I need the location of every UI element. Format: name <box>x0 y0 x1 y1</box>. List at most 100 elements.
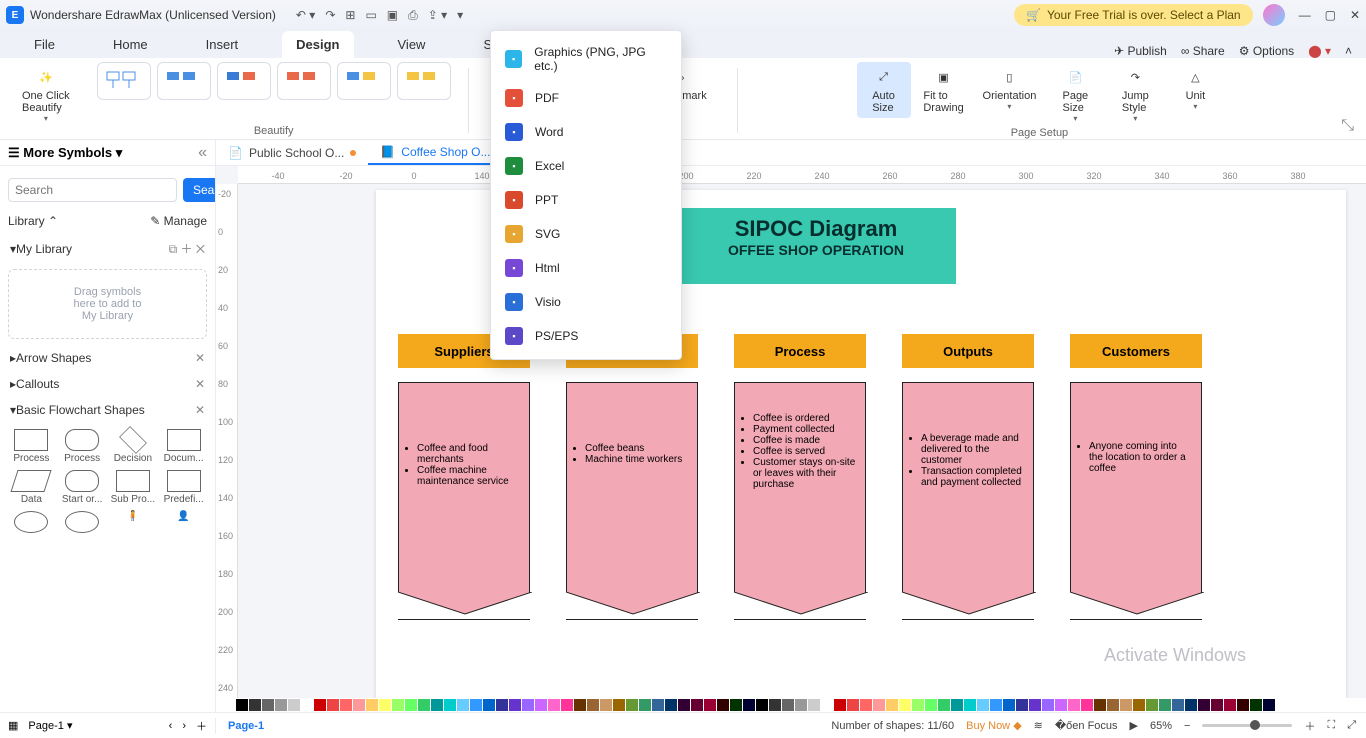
theme-preset-3[interactable] <box>217 62 271 100</box>
fit-drawing-button[interactable]: ▣Fit to Drawing <box>917 62 971 118</box>
sipoc-title-box[interactable]: SIPOC Diagram OFFEE SHOP OPERATION <box>676 208 956 284</box>
swatch[interactable] <box>938 699 950 711</box>
swatch[interactable] <box>899 699 911 711</box>
drop-zone[interactable]: Drag symbols here to add to My Library <box>8 269 207 339</box>
swatch[interactable] <box>1042 699 1054 711</box>
swatch[interactable] <box>457 699 469 711</box>
swatch[interactable] <box>756 699 768 711</box>
swatch[interactable] <box>1003 699 1015 711</box>
swatch[interactable] <box>652 699 664 711</box>
mylib-actions[interactable]: ⧉ ＋ ✕ <box>169 240 205 257</box>
canvas[interactable]: -40-200140160180200220240260280300320340… <box>216 166 1366 712</box>
undo-icon[interactable]: ↶ ▾ <box>296 8 315 23</box>
close-callouts-icon[interactable]: ✕ <box>195 377 205 391</box>
theme-preset-1[interactable] <box>97 62 151 100</box>
swatch[interactable] <box>1172 699 1184 711</box>
sipoc-body-0[interactable]: Coffee and food merchantsCoffee machine … <box>398 382 530 620</box>
swatch[interactable] <box>548 699 560 711</box>
shape-person-2[interactable]: 👤 <box>160 511 207 535</box>
swatch[interactable] <box>574 699 586 711</box>
swatch[interactable] <box>1016 699 1028 711</box>
swatch[interactable] <box>678 699 690 711</box>
swatch[interactable] <box>353 699 365 711</box>
layers-icon[interactable]: ≋ <box>1034 719 1043 732</box>
swatch[interactable] <box>691 699 703 711</box>
swatch[interactable] <box>639 699 651 711</box>
zoom-in-icon[interactable]: ＋ <box>1304 718 1315 734</box>
swatch[interactable] <box>340 699 352 711</box>
swatch[interactable] <box>392 699 404 711</box>
swatch[interactable] <box>236 699 248 711</box>
swatch[interactable] <box>444 699 456 711</box>
swatch[interactable] <box>431 699 443 711</box>
swatch[interactable] <box>1185 699 1197 711</box>
swatch[interactable] <box>704 699 716 711</box>
buy-now-button[interactable]: Buy Now ◆ <box>966 719 1022 732</box>
export-icon[interactable]: ⇪ ▾ <box>428 8 447 23</box>
swatch[interactable] <box>665 699 677 711</box>
shape-ellipse-1[interactable] <box>8 511 55 535</box>
sipoc-body-4[interactable]: Anyone coming into the location to order… <box>1070 382 1202 620</box>
export-item-5[interactable]: ▪SVG <box>491 217 681 251</box>
fullscreen-icon[interactable]: ⤢ <box>1347 719 1356 732</box>
swatch[interactable] <box>275 699 287 711</box>
menu-design[interactable]: Design <box>282 31 353 58</box>
swatch[interactable] <box>561 699 573 711</box>
page-size-button[interactable]: 📄Page Size▾ <box>1048 62 1102 127</box>
shape-data[interactable]: Data <box>8 470 55 505</box>
minimize-icon[interactable]: — <box>1299 8 1311 22</box>
swatch[interactable] <box>366 699 378 711</box>
library-toggle[interactable]: Library ⌃ <box>8 214 58 228</box>
swatch[interactable] <box>1146 699 1158 711</box>
swatch[interactable] <box>821 699 833 711</box>
redo-icon[interactable]: ↷ <box>325 8 335 23</box>
jump-style-button[interactable]: ↷Jump Style▾ <box>1108 62 1162 127</box>
sipoc-header-3[interactable]: Outputs <box>902 334 1034 368</box>
search-button[interactable]: Search <box>183 178 216 202</box>
swatch[interactable] <box>847 699 859 711</box>
publish-button[interactable]: ✈ Publish <box>1114 44 1167 58</box>
page-tab[interactable]: Page-1 <box>228 720 264 732</box>
shape-document[interactable]: Docum... <box>160 429 207 464</box>
theme-preset-2[interactable] <box>157 62 211 100</box>
sipoc-body-2[interactable]: Coffee is orderedPayment collectedCoffee… <box>734 382 866 620</box>
theme-preset-6[interactable] <box>397 62 451 100</box>
unit-button[interactable]: △Unit▾ <box>1168 62 1222 115</box>
swatch[interactable] <box>1120 699 1132 711</box>
shape-process-2[interactable]: Process <box>59 429 106 464</box>
export-item-1[interactable]: ▪PDF <box>491 81 681 115</box>
close-basic-icon[interactable]: ✕ <box>195 403 205 417</box>
zoom-out-icon[interactable]: − <box>1184 720 1190 732</box>
swatch[interactable] <box>1094 699 1106 711</box>
swatch[interactable] <box>613 699 625 711</box>
swatch[interactable] <box>834 699 846 711</box>
swatch[interactable] <box>1250 699 1262 711</box>
export-item-3[interactable]: ▪Excel <box>491 149 681 183</box>
swatch[interactable] <box>301 699 313 711</box>
swatch[interactable] <box>470 699 482 711</box>
swatch[interactable] <box>535 699 547 711</box>
export-item-4[interactable]: ▪PPT <box>491 183 681 217</box>
ribbon-expand-icon[interactable]: ⤡ <box>1337 113 1358 139</box>
print-icon[interactable]: ⎙ <box>408 8 418 23</box>
export-item-8[interactable]: ▪PS/EPS <box>491 319 681 353</box>
swatch[interactable] <box>1198 699 1210 711</box>
add-page-icon[interactable]: ＋ <box>196 718 207 734</box>
theme-preset-4[interactable] <box>277 62 331 100</box>
shape-process-1[interactable]: Process <box>8 429 55 464</box>
page-selector[interactable]: Page-1 ▾ <box>28 719 72 732</box>
swatch[interactable] <box>782 699 794 711</box>
theme-preset-5[interactable] <box>337 62 391 100</box>
sipoc-body-3[interactable]: A beverage made and delivered to the cus… <box>902 382 1034 620</box>
thumbs-icon[interactable]: ▦ <box>8 719 18 732</box>
swatch[interactable] <box>990 699 1002 711</box>
avatar[interactable] <box>1263 4 1285 26</box>
zoom-value[interactable]: 65% <box>1150 720 1172 732</box>
open-icon[interactable]: ▭ <box>365 8 376 23</box>
shape-decision[interactable]: Decision <box>110 429 157 464</box>
swatch[interactable] <box>977 699 989 711</box>
collapse-ribbon-icon[interactable]: ˄ <box>1345 44 1352 58</box>
swatch[interactable] <box>873 699 885 711</box>
menu-insert[interactable]: Insert <box>192 31 253 58</box>
section-basic-flowchart[interactable]: ▾ Basic Flowchart Shapes✕ <box>8 397 207 423</box>
